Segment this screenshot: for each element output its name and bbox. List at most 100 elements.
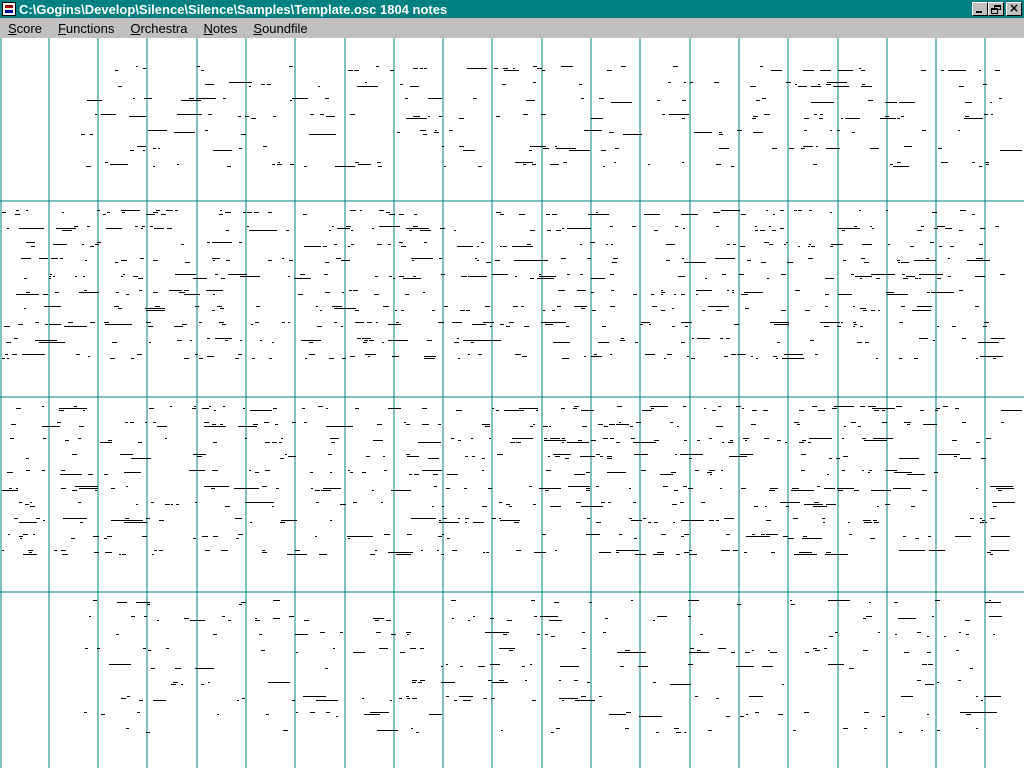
- note-mark: [219, 322, 224, 323]
- note-mark: [542, 70, 545, 71]
- note-mark: [719, 134, 723, 135]
- note-mark: [851, 422, 856, 423]
- note-mark: [266, 714, 269, 715]
- note-mark: [496, 116, 500, 117]
- note-mark: [990, 554, 993, 555]
- note-mark: [625, 650, 630, 651]
- note-mark: [719, 148, 729, 149]
- note-mark: [680, 502, 682, 503]
- note-mark: [42, 470, 45, 471]
- note-mark: [110, 164, 128, 165]
- note-mark: [503, 246, 507, 247]
- note-mark: [255, 618, 257, 619]
- note-mark: [382, 342, 384, 343]
- menu-functions[interactable]: Functions: [50, 21, 122, 36]
- note-mark: [225, 506, 230, 507]
- note-mark: [529, 150, 532, 151]
- note-mark: [841, 118, 843, 119]
- title-bar[interactable]: C:\Gogins\Develop\Silence\Silence\Sample…: [0, 0, 1024, 18]
- note-mark: [407, 634, 409, 635]
- note-mark: [859, 210, 861, 211]
- note-mark: [662, 114, 665, 115]
- note-mark: [552, 214, 557, 215]
- note-mark: [262, 550, 265, 551]
- note-mark: [804, 712, 809, 713]
- note-mark: [682, 502, 684, 503]
- note-mark: [610, 306, 615, 307]
- note-mark: [727, 290, 729, 291]
- note-mark: [410, 86, 419, 87]
- note-mark: [634, 454, 648, 455]
- note-mark: [273, 600, 280, 601]
- note-mark: [837, 326, 841, 327]
- minimize-button[interactable]: [972, 2, 988, 16]
- note-mark: [549, 620, 562, 621]
- piano-roll-canvas[interactable]: [0, 38, 1024, 768]
- menu-soundfile[interactable]: Soundfile: [245, 21, 315, 36]
- note-mark: [19, 536, 23, 537]
- note-mark: [62, 230, 72, 231]
- note-mark: [944, 162, 948, 163]
- note-mark: [674, 294, 676, 295]
- note-mark: [106, 228, 122, 229]
- menu-score[interactable]: Score: [0, 21, 50, 36]
- note-mark: [208, 682, 210, 683]
- note-mark: [486, 262, 491, 263]
- restore-button[interactable]: [988, 2, 1004, 16]
- note-mark: [149, 214, 152, 215]
- note-mark: [145, 308, 150, 309]
- note-mark: [580, 244, 582, 245]
- note-mark: [541, 552, 546, 553]
- note-mark: [591, 356, 602, 357]
- note-mark: [62, 554, 66, 555]
- note-mark: [917, 632, 921, 633]
- note-mark: [555, 550, 557, 551]
- note-mark: [90, 134, 93, 135]
- note-mark: [930, 242, 934, 243]
- note-mark: [292, 98, 308, 99]
- note-mark: [952, 440, 957, 441]
- note-mark: [213, 260, 215, 261]
- note-mark: [379, 648, 388, 649]
- note-mark: [562, 358, 565, 359]
- note-mark: [898, 618, 916, 619]
- note-mark: [350, 356, 355, 357]
- note-mark: [329, 358, 334, 359]
- note-mark: [811, 246, 815, 247]
- note-mark: [914, 260, 936, 261]
- note-mark: [603, 166, 605, 167]
- note-mark: [43, 294, 48, 295]
- note-mark: [10, 438, 14, 439]
- app-icon[interactable]: [2, 2, 16, 16]
- note-mark: [901, 262, 909, 263]
- note-mark: [24, 278, 27, 279]
- note-mark: [351, 244, 354, 245]
- note-mark: [101, 714, 105, 715]
- note-mark: [255, 620, 260, 621]
- note-mark: [420, 648, 424, 649]
- note-mark: [175, 274, 196, 275]
- note-mark: [153, 700, 166, 701]
- note-mark: [601, 502, 605, 503]
- note-mark: [376, 632, 381, 633]
- menu-orchestra[interactable]: Orchestra: [122, 21, 195, 36]
- note-mark: [763, 410, 768, 411]
- note-mark: [833, 86, 849, 87]
- note-mark: [803, 536, 807, 537]
- note-mark: [149, 408, 154, 409]
- note-mark: [44, 306, 61, 307]
- note-mark: [771, 70, 781, 71]
- note-mark: [79, 292, 99, 293]
- close-button[interactable]: ×: [1006, 1, 1022, 16]
- note-mark: [688, 488, 693, 489]
- note-mark: [2, 490, 18, 491]
- note-mark: [540, 616, 558, 617]
- note-mark: [695, 470, 699, 471]
- menu-notes[interactable]: Notes: [195, 21, 245, 36]
- note-mark: [959, 86, 964, 87]
- note-mark: [872, 408, 876, 409]
- note-mark: [452, 618, 454, 619]
- score-view[interactable]: [0, 38, 1024, 768]
- note-mark: [424, 358, 435, 359]
- note-mark: [734, 210, 738, 211]
